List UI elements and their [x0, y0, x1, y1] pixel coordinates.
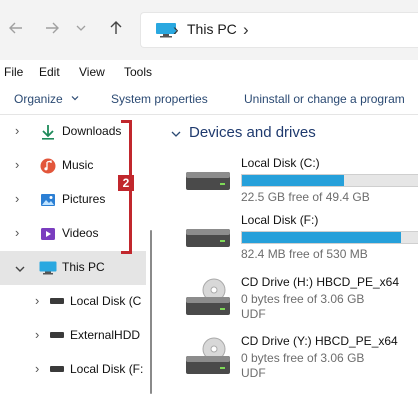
drive-item-h[interactable]: CD Drive (H:) HBCD_PE_x64 0 bytes free o…	[186, 275, 418, 335]
nav-scrollbar[interactable]	[150, 230, 152, 394]
arrow-right-icon	[46, 22, 59, 34]
drive-name: CD Drive (Y:) HBCD_PE_x64	[241, 334, 398, 348]
breadcrumb-separator[interactable]: ›	[243, 20, 249, 40]
system-properties-button[interactable]: System properties	[111, 92, 208, 106]
nav-label: Videos	[62, 226, 99, 240]
nav-item-local-disk-f[interactable]: › Local Disk (F:	[0, 353, 146, 387]
music-icon	[40, 158, 56, 174]
hard-drive-icon	[186, 172, 230, 190]
drive-icon	[50, 332, 64, 338]
uninstall-program-button[interactable]: Uninstall or change a program	[244, 92, 405, 106]
chevron-right-icon[interactable]: ›	[15, 191, 19, 206]
nav-label: ExternalHDD	[70, 328, 141, 342]
drive-free-space: 22.5 GB free of 49.4 GB	[241, 190, 370, 204]
nav-item-this-pc[interactable]: This PC	[0, 251, 146, 285]
annotation-badge: 2	[118, 175, 134, 191]
drive-usage-fill	[242, 175, 345, 186]
menu-file[interactable]: File	[4, 65, 23, 79]
cd-drive-icon	[186, 337, 230, 374]
drive-usage-bar	[241, 174, 418, 187]
menu-view[interactable]: View	[79, 65, 105, 79]
nav-label: Local Disk (C	[70, 294, 142, 308]
chevron-right-icon[interactable]: ›	[35, 293, 39, 308]
monitor-icon	[39, 261, 57, 275]
chevron-right-icon[interactable]: ›	[35, 327, 39, 342]
organize-button[interactable]: Organize	[14, 92, 80, 106]
hard-drive-icon	[186, 229, 230, 247]
arrow-left-icon	[9, 22, 22, 34]
drive-usage-fill	[242, 232, 401, 243]
nav-item-local-disk-c[interactable]: › Local Disk (C	[0, 285, 146, 319]
download-icon	[42, 125, 54, 140]
drive-item-f[interactable]: Local Disk (F:) 82.4 MB free of 530 MB	[186, 213, 418, 273]
back-button[interactable]	[4, 16, 28, 40]
chevron-down-icon	[76, 25, 86, 31]
drive-name: CD Drive (H:) HBCD_PE_x64	[241, 275, 400, 289]
forward-button[interactable]	[40, 16, 64, 40]
menu-edit[interactable]: Edit	[39, 65, 60, 79]
breadcrumb-separator: ›	[173, 20, 179, 39]
drive-file-system: UDF	[241, 307, 266, 321]
arrow-up-icon	[110, 21, 122, 34]
chevron-right-icon[interactable]: ›	[15, 225, 19, 240]
drive-item-y[interactable]: CD Drive (Y:) HBCD_PE_x64 0 bytes free o…	[186, 334, 418, 394]
nav-label: Music	[62, 158, 94, 172]
chevron-right-icon[interactable]: ›	[15, 157, 19, 172]
cd-drive-icon	[186, 278, 230, 315]
breadcrumb-this-pc[interactable]: This PC	[187, 21, 237, 37]
menu-bar: File Edit View Tools	[0, 60, 418, 84]
drive-usage-bar	[241, 231, 418, 244]
nav-label: Downloads	[62, 124, 122, 138]
videos-icon	[41, 228, 55, 240]
drive-icon	[50, 298, 64, 304]
nav-label: Local Disk (F:	[70, 362, 144, 376]
menu-tools[interactable]: Tools	[124, 65, 152, 79]
pictures-icon	[41, 194, 55, 206]
chevron-down-icon[interactable]	[14, 263, 26, 275]
organize-label: Organize	[14, 92, 63, 106]
nav-label: This PC	[62, 260, 105, 274]
up-button[interactable]	[104, 16, 128, 40]
drive-free-space: 0 bytes free of 3.06 GB	[241, 292, 365, 306]
command-bar: Organize System properties Uninstall or …	[0, 84, 418, 115]
chevron-down-icon	[71, 96, 79, 101]
drive-name: Local Disk (F:)	[241, 213, 319, 227]
address-bar: › This PC ›	[0, 0, 418, 60]
chevron-down-icon[interactable]	[170, 128, 182, 140]
nav-label: Pictures	[62, 192, 106, 206]
address-field[interactable]: › This PC ›	[140, 12, 418, 48]
recent-locations-button[interactable]	[72, 16, 90, 40]
section-title[interactable]: Devices and drives	[189, 124, 316, 141]
drive-free-space: 0 bytes free of 3.06 GB	[241, 351, 365, 365]
drive-item-c[interactable]: Local Disk (C:) 22.5 GB free of 49.4 GB	[186, 156, 418, 216]
drive-free-space: 82.4 MB free of 530 MB	[241, 247, 368, 261]
chevron-right-icon[interactable]: ›	[15, 123, 19, 138]
nav-item-external-hdd[interactable]: › ExternalHDD	[0, 319, 146, 353]
chevron-right-icon[interactable]: ›	[35, 361, 39, 376]
drive-file-system: UDF	[241, 366, 266, 380]
drive-name: Local Disk (C:)	[241, 156, 320, 170]
drive-icon	[50, 366, 64, 372]
